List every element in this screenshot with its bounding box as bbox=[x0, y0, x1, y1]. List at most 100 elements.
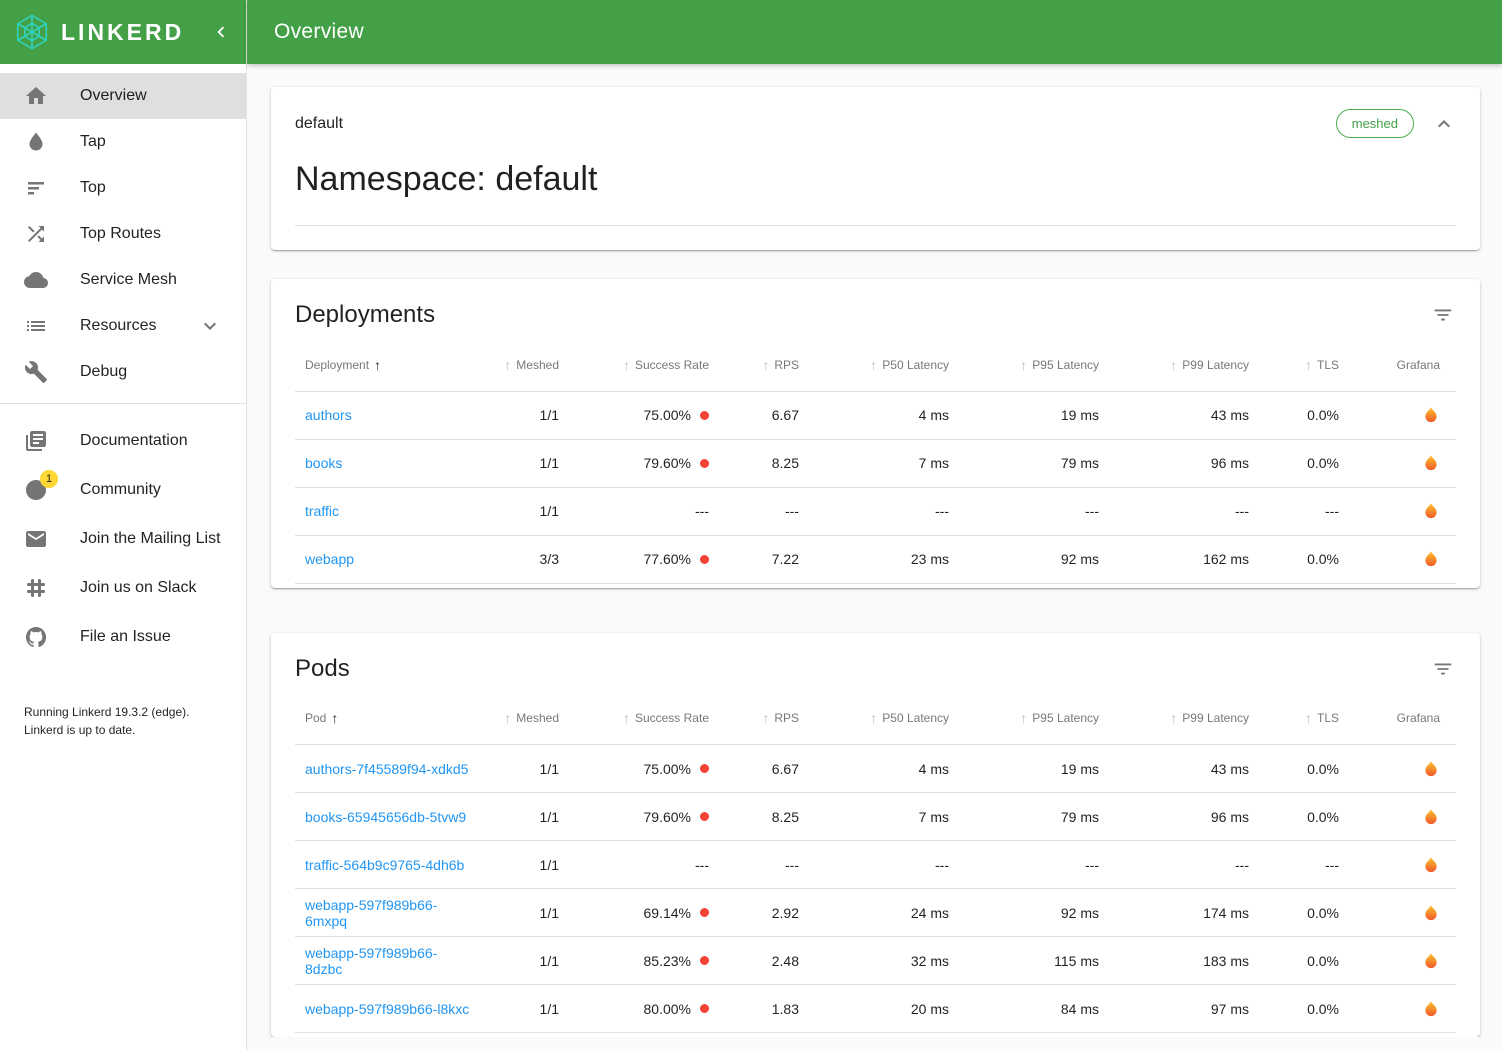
collapse-section-button[interactable] bbox=[1432, 112, 1456, 136]
p95-cell: 19 ms bbox=[955, 745, 1105, 793]
namespace-label: default bbox=[295, 115, 343, 133]
col-header-tls[interactable]: ↑TLS bbox=[1255, 693, 1345, 745]
rps-cell: 8.25 bbox=[715, 793, 805, 841]
grafana-icon[interactable] bbox=[1422, 1000, 1440, 1018]
name-cell: webapp-597f989b66-l8kxc bbox=[295, 985, 480, 1033]
status-dot bbox=[700, 956, 709, 965]
sidebar-item-mailing-list[interactable]: Join the Mailing List bbox=[0, 514, 246, 563]
sort-icon: ↑ bbox=[1020, 357, 1027, 373]
grafana-icon[interactable] bbox=[1422, 454, 1440, 472]
grafana-cell bbox=[1345, 487, 1456, 535]
name-cell: webapp bbox=[295, 535, 480, 583]
grafana-icon[interactable] bbox=[1422, 550, 1440, 568]
deployment-link[interactable]: books bbox=[305, 455, 342, 471]
p95-cell: 79 ms bbox=[955, 793, 1105, 841]
top-bar: Overview bbox=[247, 0, 1502, 64]
grafana-cell bbox=[1345, 985, 1456, 1033]
grafana-icon[interactable] bbox=[1422, 808, 1440, 826]
success-rate-cell: 75.00% bbox=[565, 391, 715, 439]
col-header-p95[interactable]: ↑P95 Latency bbox=[955, 693, 1105, 745]
grafana-icon[interactable] bbox=[1422, 406, 1440, 424]
sort-icon: ↑ bbox=[1305, 710, 1312, 726]
grafana-icon[interactable] bbox=[1422, 502, 1440, 520]
success-rate-cell: --- bbox=[565, 487, 715, 535]
col-header-success-rate[interactable]: ↑Success Rate bbox=[565, 693, 715, 745]
deployment-link[interactable]: webapp bbox=[305, 551, 354, 567]
col-header-p50[interactable]: ↑P50 Latency bbox=[805, 339, 955, 391]
meshed-cell: 1/1 bbox=[480, 487, 565, 535]
grafana-icon[interactable] bbox=[1422, 760, 1440, 778]
list-icon bbox=[24, 314, 48, 338]
grafana-icon[interactable] bbox=[1422, 856, 1440, 874]
col-header-p99[interactable]: ↑P99 Latency bbox=[1105, 339, 1255, 391]
home-icon bbox=[24, 84, 48, 108]
status-dot bbox=[700, 411, 709, 420]
sidebar-collapse-button[interactable] bbox=[206, 17, 236, 47]
sidebar-item-label: Top bbox=[80, 179, 106, 197]
pod-link[interactable]: webapp-597f989b66-6mxpq bbox=[305, 897, 437, 929]
col-header-rps[interactable]: ↑RPS bbox=[715, 693, 805, 745]
sidebar-item-top[interactable]: Top bbox=[0, 165, 246, 211]
pods-table: Pod↑ ↑Meshed ↑Success Rate ↑RPS ↑P50 Lat… bbox=[295, 693, 1456, 1034]
divider bbox=[295, 225, 1456, 226]
col-header-tls[interactable]: ↑TLS bbox=[1255, 339, 1345, 391]
tls-cell: 0.0% bbox=[1255, 391, 1345, 439]
namespace-title: Namespace: default bbox=[295, 160, 1456, 199]
pod-link[interactable]: authors-7f45589f94-xdkd5 bbox=[305, 761, 468, 777]
meshed-cell: 1/1 bbox=[480, 391, 565, 439]
pod-link[interactable]: webapp-597f989b66-8dzbc bbox=[305, 945, 437, 977]
pods-card: Pods Pod↑ ↑Meshed ↑Success Rate bbox=[271, 633, 1480, 1038]
success-rate-cell: 80.00% bbox=[565, 985, 715, 1033]
col-header-meshed[interactable]: ↑Meshed bbox=[480, 693, 565, 745]
deployments-card: Deployments Deployment↑ ↑Meshed ↑ bbox=[271, 279, 1480, 588]
sidebar-item-label: Tap bbox=[80, 133, 106, 151]
sidebar-item-service-mesh[interactable]: Service Mesh bbox=[0, 257, 246, 303]
name-cell: books bbox=[295, 439, 480, 487]
pod-link[interactable]: traffic-564b9c9765-4dh6b bbox=[305, 857, 464, 873]
sidebar-item-top-routes[interactable]: Top Routes bbox=[0, 211, 246, 257]
filter-icon[interactable] bbox=[1430, 302, 1456, 328]
sidebar-item-community[interactable]: 1 Community bbox=[0, 465, 246, 514]
table-row: books-65945656db-5tvw9 1/1 79.60% 8.25 7… bbox=[295, 793, 1456, 841]
sidebar-item-overview[interactable]: Overview bbox=[0, 73, 246, 119]
p99-cell: 183 ms bbox=[1105, 937, 1255, 985]
pod-link[interactable]: books-65945656db-5tvw9 bbox=[305, 809, 466, 825]
col-header-deployment[interactable]: Deployment↑ bbox=[295, 339, 480, 391]
sidebar-links: Documentation 1 Community Join the Maili… bbox=[0, 412, 246, 661]
sidebar-item-resources[interactable]: Resources bbox=[0, 303, 246, 349]
pod-link[interactable]: webapp-597f989b66-l8kxc bbox=[305, 1001, 469, 1017]
sort-icon: ↑ bbox=[623, 710, 630, 726]
sidebar-item-file-issue[interactable]: File an Issue bbox=[0, 612, 246, 661]
p50-cell: 4 ms bbox=[805, 391, 955, 439]
linkerd-logo-text: LINKERD bbox=[61, 19, 184, 46]
success-rate-cell: --- bbox=[565, 841, 715, 889]
filter-icon[interactable] bbox=[1430, 656, 1456, 682]
col-header-rps[interactable]: ↑RPS bbox=[715, 339, 805, 391]
sidebar-item-tap[interactable]: Tap bbox=[0, 119, 246, 165]
grafana-icon[interactable] bbox=[1422, 904, 1440, 922]
sidebar-item-documentation[interactable]: Documentation bbox=[0, 416, 246, 465]
col-header-pod[interactable]: Pod↑ bbox=[295, 693, 480, 745]
sidebar-item-slack[interactable]: Join us on Slack bbox=[0, 563, 246, 612]
col-header-meshed[interactable]: ↑Meshed bbox=[480, 339, 565, 391]
meshed-cell: 1/1 bbox=[480, 985, 565, 1033]
sidebar-item-label: Overview bbox=[80, 87, 147, 105]
sort-icon: ↑ bbox=[1170, 710, 1177, 726]
grafana-icon[interactable] bbox=[1422, 952, 1440, 970]
col-header-success-rate[interactable]: ↑Success Rate bbox=[565, 339, 715, 391]
meshed-cell: 1/1 bbox=[480, 889, 565, 937]
sidebar-item-debug[interactable]: Debug bbox=[0, 349, 246, 395]
table-row: authors 1/1 75.00% 6.67 4 ms 19 ms 43 ms… bbox=[295, 391, 1456, 439]
col-header-p50[interactable]: ↑P50 Latency bbox=[805, 693, 955, 745]
deployment-link[interactable]: traffic bbox=[305, 503, 339, 519]
col-header-p95[interactable]: ↑P95 Latency bbox=[955, 339, 1105, 391]
tls-cell: 0.0% bbox=[1255, 535, 1345, 583]
col-header-p99[interactable]: ↑P99 Latency bbox=[1105, 693, 1255, 745]
grafana-cell bbox=[1345, 535, 1456, 583]
p50-cell: 7 ms bbox=[805, 439, 955, 487]
p50-cell: 32 ms bbox=[805, 937, 955, 985]
p50-cell: --- bbox=[805, 841, 955, 889]
deployment-link[interactable]: authors bbox=[305, 407, 352, 423]
p95-cell: 19 ms bbox=[955, 391, 1105, 439]
p50-cell: 23 ms bbox=[805, 535, 955, 583]
